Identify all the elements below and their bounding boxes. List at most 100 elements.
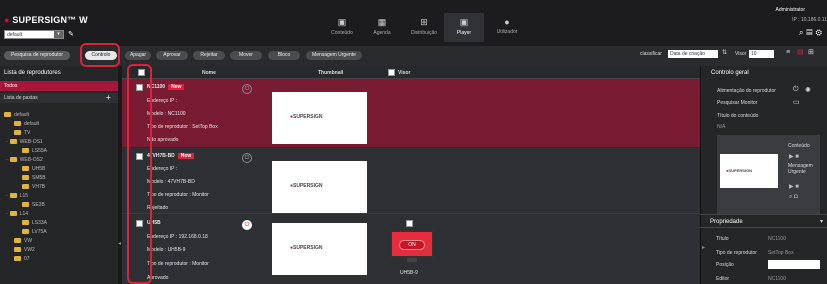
grid-view-icon[interactable]: ⊞ — [808, 49, 816, 57]
new-badge: New — [168, 84, 185, 90]
gear-icon[interactable]: ⚙ — [816, 28, 825, 37]
tree-item[interactable]: VW2 — [14, 247, 35, 254]
power-icon[interactable]: ⏻ — [242, 84, 252, 94]
user-name[interactable]: Administrator — [776, 7, 805, 13]
tree-item[interactable]: - WEB-OS2 — [6, 157, 43, 164]
reject-button[interactable]: Rejeitar — [193, 51, 225, 60]
player-model: Modelo : NC1100 — [147, 111, 186, 117]
nav-player[interactable]: ▣ Player — [444, 13, 484, 42]
tree-item[interactable]: - WEB-OS1 — [6, 139, 43, 146]
ip-address: IP : 10.186.0.11 — [792, 17, 827, 23]
capture-icon[interactable]: ⌕ ◘ — [789, 194, 798, 201]
view-checkbox[interactable] — [406, 220, 413, 227]
tree-item[interactable]: SM5B — [22, 175, 46, 182]
control-highlight — [80, 43, 120, 67]
monitor-stand — [407, 258, 417, 262]
screen-on-button[interactable]: ON — [399, 240, 425, 250]
play-icon[interactable]: ▶ ■ — [789, 153, 799, 160]
view-all-checkbox[interactable] — [388, 69, 395, 76]
folder-icon — [14, 130, 21, 136]
view-label: Visor — [735, 51, 747, 57]
folder-icon — [9, 193, 17, 199]
new-badge: New — [177, 153, 195, 159]
top-icons: ⌕▤⚙ — [799, 28, 825, 38]
block-button[interactable]: Bloco — [268, 51, 300, 60]
tree-item[interactable]: TV — [14, 130, 30, 137]
all-players-item[interactable]: Todos — [0, 81, 118, 91]
tree-item[interactable]: - L15 — [6, 193, 28, 200]
chevron-down-icon[interactable]: ▾ — [820, 218, 823, 225]
screen-label: UH5B-9 — [400, 270, 418, 276]
position-input[interactable] — [768, 260, 820, 269]
urgent-message-button[interactable]: Mensagem Urgente — [306, 51, 362, 60]
power-icon[interactable]: ⏻ — [793, 86, 799, 94]
urgent-label: Mensagem Urgente — [788, 163, 813, 175]
col-thumbnail: Thumbnail — [318, 70, 344, 76]
content-label: Conteúdo — [788, 143, 810, 149]
player-tree-panel: Lista de reprodutores Todos Lista de pas… — [0, 66, 118, 284]
player-model: Modelo : UH5B-9 — [147, 247, 186, 253]
content-thumbnail[interactable]: ●SUPERSIGN — [272, 223, 367, 275]
tree-item[interactable]: default — [14, 121, 39, 128]
urgent-play-icon[interactable]: ▶ ■ — [789, 183, 799, 190]
folder-icon — [22, 184, 29, 190]
content-thumbnail[interactable]: ●SUPERSIGN — [272, 92, 367, 144]
site-select[interactable]: default ▾ — [4, 30, 64, 39]
tree-item[interactable]: 07 — [14, 256, 30, 263]
search-player-button[interactable]: Pesquisa de reprodutor — [4, 51, 70, 60]
nav-user[interactable]: ● Utilizador — [487, 17, 527, 35]
folder-icon — [14, 256, 21, 262]
view-count-select[interactable]: 10 — [749, 50, 774, 58]
tree-item[interactable]: VW — [14, 238, 32, 245]
content-thumbnail[interactable]: ●SUPERSIGN — [272, 161, 367, 213]
tree-item[interactable]: SE3B — [22, 202, 45, 209]
tree-item[interactable]: default — [4, 112, 29, 119]
search-monitor-label: Pesquisar Monitor — [717, 100, 758, 106]
folder-icon — [22, 166, 29, 172]
monitor-screen[interactable]: ON — [390, 230, 434, 258]
tree-item[interactable]: VH7B — [22, 184, 45, 191]
tree-item[interactable]: - L14 — [6, 211, 28, 218]
player-model: Modelo : 47VH7B-BD — [147, 179, 195, 185]
sort-icon[interactable]: ⇅ — [722, 49, 727, 56]
tree-item[interactable]: LV75A — [22, 229, 47, 236]
player-type: Tipo de reprodutor : Monitor — [147, 261, 209, 267]
folder-list-header[interactable]: Lista de pastas — [0, 93, 118, 103]
move-button[interactable]: Mover — [230, 51, 262, 60]
add-folder-button[interactable]: + — [106, 93, 111, 103]
table-row[interactable]: NC1100 New Endereço IP : Modelo : NC1100 … — [122, 79, 700, 147]
brightness-icon[interactable]: ✺ — [805, 86, 811, 94]
detail-view-icon[interactable]: ▤ — [797, 49, 805, 57]
expand-arrow-icon[interactable]: ▸ — [702, 244, 705, 251]
nav-agenda[interactable]: ▦ Agenda — [362, 17, 402, 36]
checkbox-column-highlight — [127, 64, 152, 284]
prop-value: NC1100 — [768, 276, 786, 282]
delete-button[interactable]: Apagar — [125, 51, 151, 60]
power-icon[interactable]: ⏻ — [242, 153, 252, 163]
nav-distribution[interactable]: ⊞ Distribuição — [404, 17, 444, 36]
tree-item[interactable]: LS33A — [22, 220, 47, 227]
content-icon: ▣ — [337, 17, 347, 27]
tree-item[interactable]: UH5B — [22, 166, 45, 173]
nav-content[interactable]: ▣ Conteúdo — [322, 17, 362, 36]
edit-icon[interactable]: ✎ — [68, 30, 74, 38]
prop-label: Posição — [716, 262, 734, 268]
distribution-icon: ⊞ — [420, 17, 428, 27]
classify-select[interactable]: Data de criação — [668, 50, 718, 58]
monitor-icon[interactable]: ▭ — [793, 98, 800, 106]
folder-icon — [14, 121, 21, 127]
content-title-value: N/A — [717, 124, 726, 130]
folder-icon — [9, 211, 17, 217]
collapse-arrow-icon[interactable]: ◂ — [118, 240, 121, 247]
list-header: Nome Thumbnail Visor — [122, 66, 700, 79]
approve-button[interactable]: Aprovar — [156, 51, 188, 60]
power-icon[interactable]: ⏻ — [242, 220, 252, 230]
list-view-icon[interactable]: ≡ — [786, 49, 794, 57]
classify-label: classificar — [640, 51, 662, 57]
tree-item[interactable]: LS55A — [22, 148, 47, 155]
app-logo: ● SUPERSIGN™ W — [4, 15, 88, 25]
prop-label: Título — [716, 236, 729, 242]
table-row[interactable]: 47VH7B-BD New Endereço IP : Modelo : 47VH… — [122, 148, 700, 214]
player-icon: ▣ — [459, 17, 469, 27]
window-icon[interactable]: ▤ — [806, 28, 815, 37]
